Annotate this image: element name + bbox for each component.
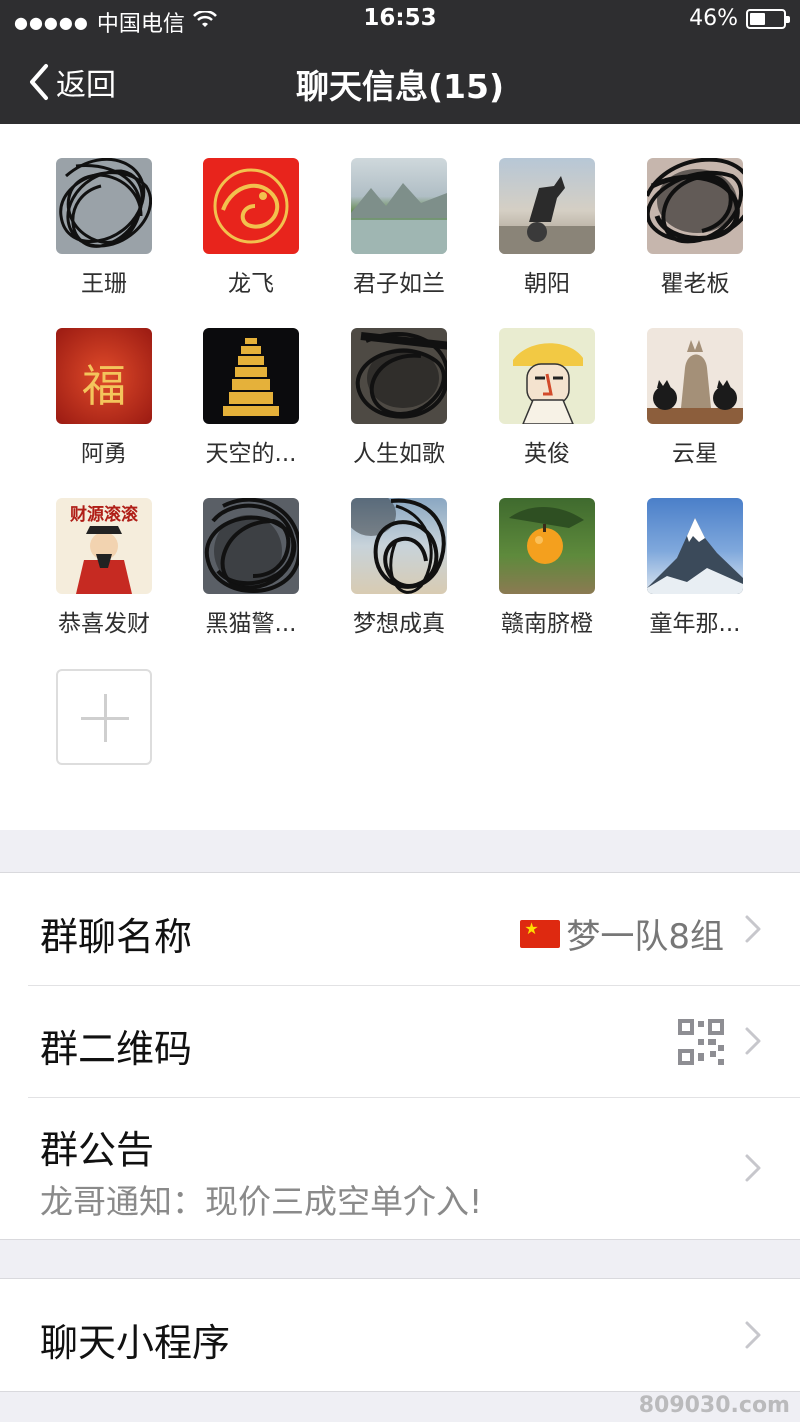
member-name: 黑猫警... xyxy=(205,611,297,637)
chevron-right-icon xyxy=(745,915,761,943)
member-avatar xyxy=(351,328,447,424)
statue-avatar xyxy=(499,158,595,254)
qr-code-row[interactable]: 群二维码 xyxy=(0,985,800,1097)
member-name: 天空的... xyxy=(205,441,297,467)
mini-program-label: 聊天小程序 xyxy=(40,1321,231,1365)
chat-info-screen: ●●●●● 中国电信 16:53 46% 返回 聊天信息(15) 王珊 龙飞 君… xyxy=(0,0,800,1422)
member-name: 阿勇 xyxy=(81,441,127,467)
member-item[interactable]: 梦想成真 xyxy=(340,498,458,638)
orange-avatar xyxy=(499,498,595,594)
china-flag-icon: ★ xyxy=(520,919,561,948)
member-name: 恭喜发财 xyxy=(58,611,150,637)
member-item[interactable]: 福 阿勇 xyxy=(45,328,163,468)
member-item[interactable]: 赣南脐橙 xyxy=(488,498,606,638)
member-item[interactable]: 人生如歌 xyxy=(340,328,458,468)
qr-code-icon xyxy=(678,1019,724,1065)
member-item[interactable]: 龙飞 xyxy=(192,158,310,298)
member-name: 朝阳 xyxy=(524,271,570,297)
member-name: 赣南脐橙 xyxy=(501,611,593,637)
member-avatar xyxy=(56,158,152,254)
group-name-row[interactable]: 群聊名称 ★ 梦一队8组 xyxy=(0,873,800,985)
scribble-redaction xyxy=(59,158,152,248)
member-name: 王珊 xyxy=(81,271,127,297)
settings-group: 聊天小程序 xyxy=(0,1278,800,1392)
caishen-avatar: 财源滚滚 xyxy=(56,498,152,594)
battery-icon xyxy=(746,8,790,29)
group-name-value: 梦一队8组 xyxy=(566,917,724,957)
member-name: 人生如歌 xyxy=(353,441,445,467)
group-notice-text: 龙哥通知：现价三成空单介入! xyxy=(40,1182,483,1221)
mountain-avatar xyxy=(647,498,743,594)
nav-bar: 返回 聊天信息(15) xyxy=(0,40,800,124)
scribble-redaction xyxy=(355,331,447,419)
member-name: 云星 xyxy=(672,441,718,467)
member-name: 龙飞 xyxy=(228,271,274,297)
add-member-button[interactable] xyxy=(56,669,152,765)
member-avatar xyxy=(647,158,743,254)
member-item[interactable]: 君子如兰 xyxy=(340,158,458,298)
member-item[interactable]: 天空的... xyxy=(192,328,310,468)
chevron-right-icon xyxy=(745,1154,761,1182)
fu-avatar: 福 xyxy=(56,328,152,424)
member-item[interactable]: 云星 xyxy=(636,328,754,468)
clock: 16:53 xyxy=(363,5,437,31)
member-avatar xyxy=(203,498,299,594)
battery-percent: 46% xyxy=(689,6,738,31)
cartoon-avatar xyxy=(499,328,595,424)
member-name: 君子如兰 xyxy=(353,271,445,297)
member-item[interactable]: 财源滚滚 恭喜发财 xyxy=(45,498,163,638)
member-name: 童年那... xyxy=(649,611,741,637)
battery-fill xyxy=(750,12,765,25)
page-title: 聊天信息(15) xyxy=(295,67,505,106)
settings-group: 群聊名称 ★ 梦一队8组 群二维码 群公告 龙哥通知：现价三成空单介入! xyxy=(0,872,800,1240)
scribble-redaction xyxy=(351,498,446,594)
status-bar: ●●●●● 中国电信 16:53 46% xyxy=(0,0,800,40)
scribble-redaction xyxy=(204,498,299,593)
landscape-avatar xyxy=(351,158,447,254)
cats-avatar xyxy=(647,328,743,424)
member-item[interactable]: 瞿老板 xyxy=(636,158,754,298)
member-name: 英俊 xyxy=(524,441,570,467)
qr-code-label: 群二维码 xyxy=(40,1027,193,1071)
watermark: 809030.com xyxy=(638,1393,790,1418)
group-name-label: 群聊名称 xyxy=(40,915,193,959)
member-item[interactable]: 王珊 xyxy=(45,158,163,298)
member-item[interactable]: 童年那... xyxy=(636,498,754,638)
dragon-avatar xyxy=(203,158,299,254)
member-name: 瞿老板 xyxy=(660,271,730,297)
chevron-right-icon xyxy=(745,1321,761,1349)
pagoda-avatar xyxy=(203,328,299,424)
member-grid: 王珊 龙飞 君子如兰 朝阳 瞿老板 福 阿勇 天空的... 人生如歌 英俊 云星… xyxy=(0,124,800,830)
member-item[interactable]: 朝阳 xyxy=(488,158,606,298)
chevron-right-icon xyxy=(745,1027,761,1055)
group-notice-row[interactable]: 群公告 龙哥通知：现价三成空单介入! xyxy=(0,1097,800,1239)
group-notice-label: 群公告 xyxy=(40,1128,155,1172)
member-avatar xyxy=(351,498,447,594)
mini-program-row[interactable]: 聊天小程序 xyxy=(0,1279,800,1391)
member-item[interactable]: 黑猫警... xyxy=(192,498,310,638)
member-name: 梦想成真 xyxy=(353,611,445,637)
scribble-redaction xyxy=(647,158,743,244)
member-item[interactable]: 英俊 xyxy=(488,328,606,468)
